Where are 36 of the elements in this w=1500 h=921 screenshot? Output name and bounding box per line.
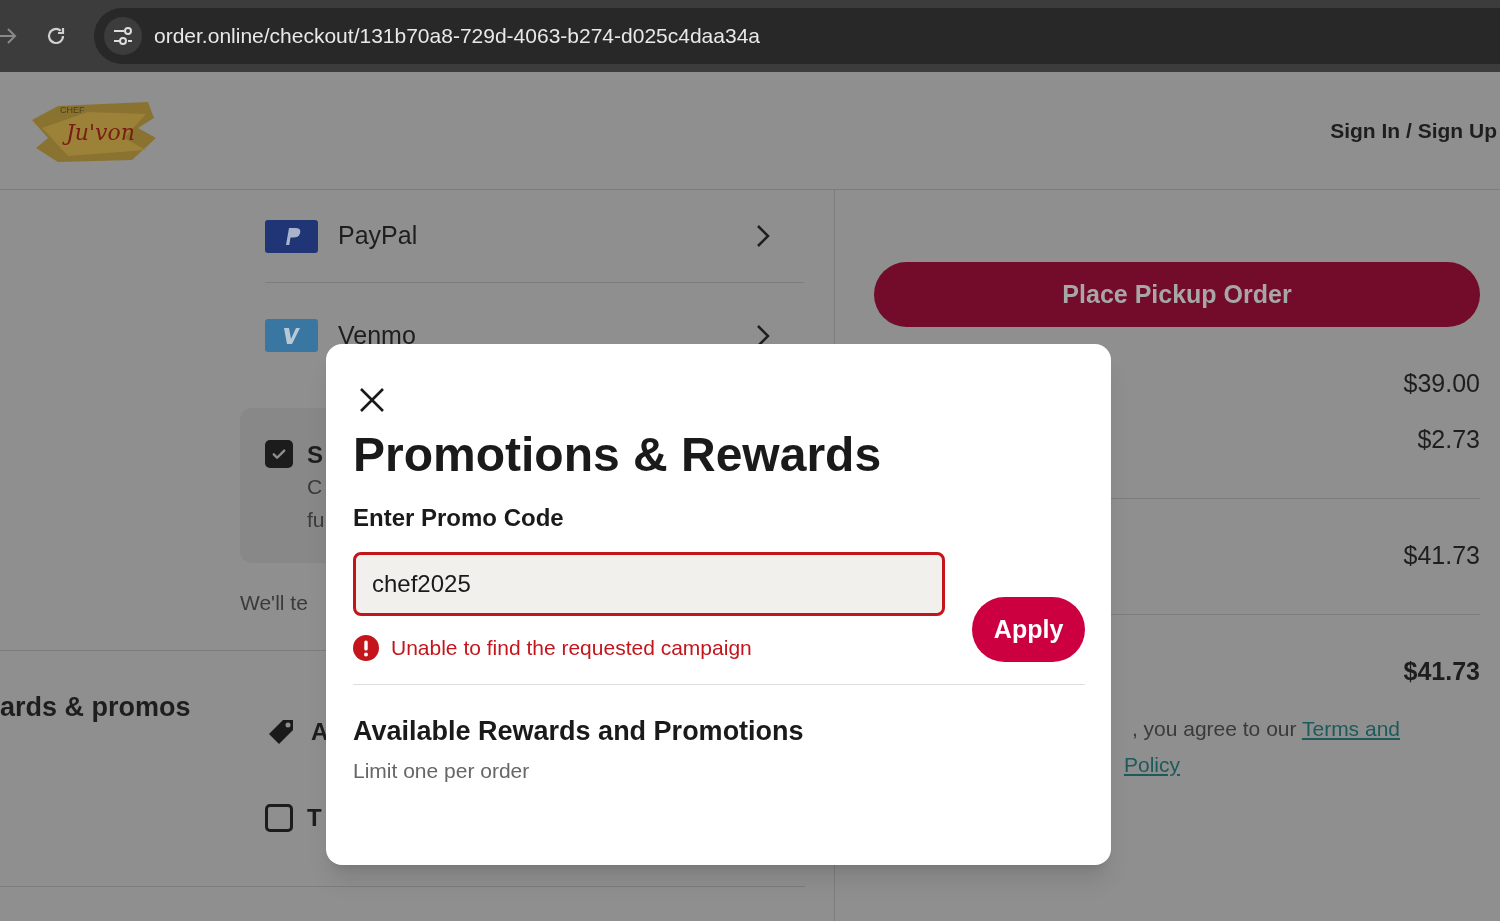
payment-label: Venmo — [338, 319, 417, 351]
payment-label: PayPal — [338, 220, 419, 252]
save-option-title: S — [307, 440, 324, 470]
promo-code-field[interactable]: chef2025 — [353, 552, 946, 616]
address-bar[interactable]: order.online/checkout/131b70a8-729d-4063-b274-d025c4daa34a — [94, 8, 1500, 64]
amount-text: $2.73 — [1417, 424, 1480, 455]
logo-text: CHEF — [60, 103, 85, 117]
payment-option[interactable]: Venmo — [265, 283, 804, 388]
venmo-logo-icon — [265, 319, 318, 352]
sign-in-link[interactable]: Sign In / Sign Up — [1330, 114, 1497, 147]
notice-text: We'll te — [240, 591, 308, 614]
checkbox[interactable] — [265, 440, 293, 468]
error-message: Unable to find the requested campaign — [391, 635, 752, 661]
place-order-button[interactable]: Place Pickup Order — [874, 262, 1480, 327]
save-option-text: fu — [307, 507, 325, 533]
url-text: order.online/checkout/131b70a8-729d-4063-b274-d025c4daa34a — [154, 23, 760, 50]
site-settings-icon[interactable] — [104, 17, 142, 55]
promo-code-label: Enter Promo Code — [353, 503, 565, 533]
amount-text: $39.00 — [1403, 368, 1480, 399]
amount-text: $41.73 — [1403, 540, 1480, 571]
close-icon[interactable] — [358, 386, 386, 414]
amount-text: $41.73 — [1403, 656, 1480, 687]
chevron-right-icon — [756, 224, 770, 248]
payment-option[interactable]: PayPal — [265, 190, 804, 283]
apply-button[interactable]: Apply — [972, 597, 1085, 662]
error-icon — [353, 634, 379, 661]
section-subtitle: Limit one per order — [353, 758, 531, 784]
promo-option-label: A — [311, 717, 329, 747]
terms-text: , you agree to our Terms and — [1131, 716, 1400, 742]
checkbox[interactable] — [265, 804, 293, 832]
save-option-text: C — [307, 474, 324, 500]
promo-option-label: T — [307, 803, 322, 833]
paypal-logo-icon — [265, 219, 318, 253]
section-title: ards & promos — [0, 692, 191, 722]
dialog-title: Promotions & Rewards — [353, 427, 883, 483]
section-heading: Available Rewards and Promotions — [353, 714, 805, 748]
